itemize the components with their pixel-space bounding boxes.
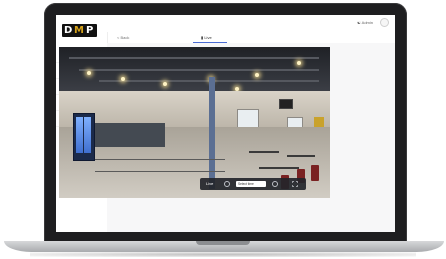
forward-icon[interactable] (272, 181, 278, 187)
time-select[interactable]: Select time (236, 181, 266, 187)
queue-rail (95, 171, 225, 172)
dining-table (249, 151, 279, 153)
laptop-shadow (30, 252, 416, 257)
drink-cooler (73, 113, 95, 161)
tab-live-label: Live (204, 35, 212, 40)
ceiling-light (255, 73, 259, 77)
wall-sign (314, 117, 324, 127)
top-bar: ☯ Admin (107, 15, 395, 32)
cooler-door (84, 117, 91, 153)
user-label: Admin (361, 20, 373, 25)
live-indicator: Live (206, 181, 214, 186)
ceiling-light (121, 77, 125, 81)
ceiling-light (163, 82, 167, 86)
cooler-door (76, 117, 83, 153)
logo-letter-p: P (86, 25, 94, 36)
app-logo: D M P (62, 24, 97, 37)
ceiling-beam (79, 69, 319, 71)
queue-rail (95, 159, 225, 160)
ceiling-light (297, 61, 301, 65)
service-counter (95, 123, 165, 147)
ceiling-light (87, 71, 91, 75)
camera-icon: ▮ (201, 35, 204, 40)
logo-letter-d: D (64, 25, 73, 36)
expand-icon[interactable] (292, 181, 298, 187)
chair (311, 165, 319, 181)
camera-feed[interactable] (59, 47, 330, 198)
back-link[interactable]: < Back (117, 34, 129, 42)
rewind-icon[interactable] (224, 181, 230, 187)
player-controls: Live Select time (200, 178, 306, 190)
ceiling-beam (69, 57, 319, 59)
tab-live[interactable]: ▮ Live (201, 34, 212, 42)
avatar-icon[interactable] (380, 18, 389, 27)
user-menu[interactable]: ☯ Admin (357, 20, 373, 26)
laptop-notch (196, 241, 250, 245)
logo-letter-m: M (74, 25, 84, 36)
dining-table (287, 155, 315, 157)
support-pillar (209, 77, 215, 189)
dining-table (259, 167, 299, 169)
wall-tv (279, 99, 293, 109)
user-icon: ☯ (357, 20, 361, 25)
